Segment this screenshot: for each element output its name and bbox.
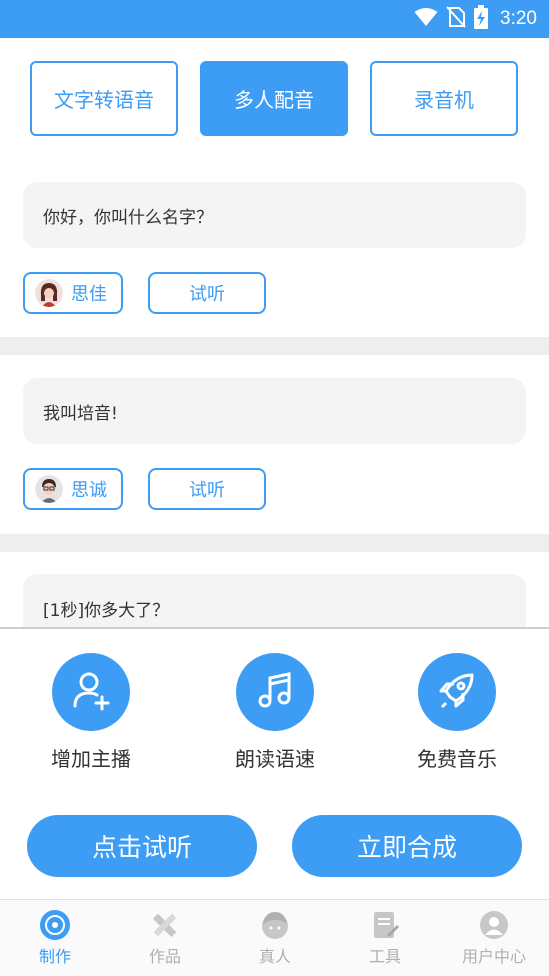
nav-item-works[interactable]: 作品: [110, 900, 220, 976]
add-anchor-label: 增加主播: [51, 747, 131, 771]
status-bar: 3:20: [0, 0, 549, 38]
document-tool-icon: [369, 909, 401, 941]
person-face-icon: [259, 909, 291, 941]
nav-label: 用户中心: [461, 947, 526, 966]
bottom-nav: 制作 作品 真人 工具 用户中心: [0, 899, 549, 976]
nav-label: 作品: [148, 947, 181, 966]
male-avatar: [35, 475, 63, 503]
wifi-icon: [414, 7, 438, 31]
reading-speed-button[interactable]: [236, 653, 314, 731]
disc-icon: [39, 909, 71, 941]
line-text[interactable]: 你好，你叫什么名字？: [23, 182, 526, 248]
free-music-label: 免费音乐: [417, 747, 497, 771]
speaker-name: 思诚: [71, 480, 107, 501]
clock: 3:20: [500, 8, 537, 29]
user-icon: [478, 909, 510, 941]
no-sim-icon: [446, 6, 466, 32]
tab-text-to-speech[interactable]: 文字转语音: [30, 61, 178, 136]
synthesize-button[interactable]: 立即合成: [292, 815, 522, 877]
speaker-button[interactable]: 思佳: [23, 272, 123, 314]
nav-label: 制作: [38, 947, 71, 966]
free-music-action[interactable]: 免费音乐: [392, 653, 522, 772]
dialogue-line: [1秒]你多大了？: [0, 552, 549, 654]
reading-speed-label: 朗读语速: [235, 747, 315, 771]
mode-tabs: 文字转语音 多人配音 录音机: [0, 38, 549, 158]
divider: [0, 534, 549, 552]
speaker-button[interactable]: 思诚: [23, 468, 123, 510]
line-text[interactable]: 我叫培音!: [23, 378, 526, 444]
nav-item-human[interactable]: 真人: [220, 900, 330, 976]
music-note-icon: [255, 670, 295, 714]
listen-button[interactable]: 试听: [148, 272, 266, 314]
add-user-icon: [70, 669, 112, 715]
dialogue-line: 我叫培音! 思诚 试听: [0, 355, 549, 534]
listen-button[interactable]: 试听: [148, 468, 266, 510]
dialogue-line: 你好，你叫什么名字？ 思佳 试听: [0, 158, 549, 337]
nav-item-tools[interactable]: 工具: [330, 900, 440, 976]
female-avatar: [35, 279, 63, 307]
tab-recorder[interactable]: 录音机: [370, 61, 518, 136]
add-anchor-action[interactable]: 增加主播: [26, 653, 156, 772]
action-panel: 增加主播 朗读语速 免费音乐 点击试听 立即合成: [0, 627, 549, 899]
nav-label: 真人: [258, 947, 291, 966]
free-music-button[interactable]: [418, 653, 496, 731]
add-anchor-button[interactable]: [52, 653, 130, 731]
pencil-ruler-icon: [149, 909, 181, 941]
preview-button[interactable]: 点击试听: [27, 815, 257, 877]
nav-item-user-center[interactable]: 用户中心: [439, 900, 549, 976]
nav-item-make[interactable]: 制作: [0, 900, 110, 976]
rocket-icon: [436, 669, 478, 715]
divider: [0, 337, 549, 355]
speaker-name: 思佳: [71, 284, 107, 305]
reading-speed-action[interactable]: 朗读语速: [210, 653, 340, 772]
status-icons: 3:20: [414, 0, 537, 38]
battery-charging-icon: [474, 5, 489, 33]
nav-label: 工具: [368, 947, 401, 966]
tab-multi-voice[interactable]: 多人配音: [200, 61, 348, 136]
